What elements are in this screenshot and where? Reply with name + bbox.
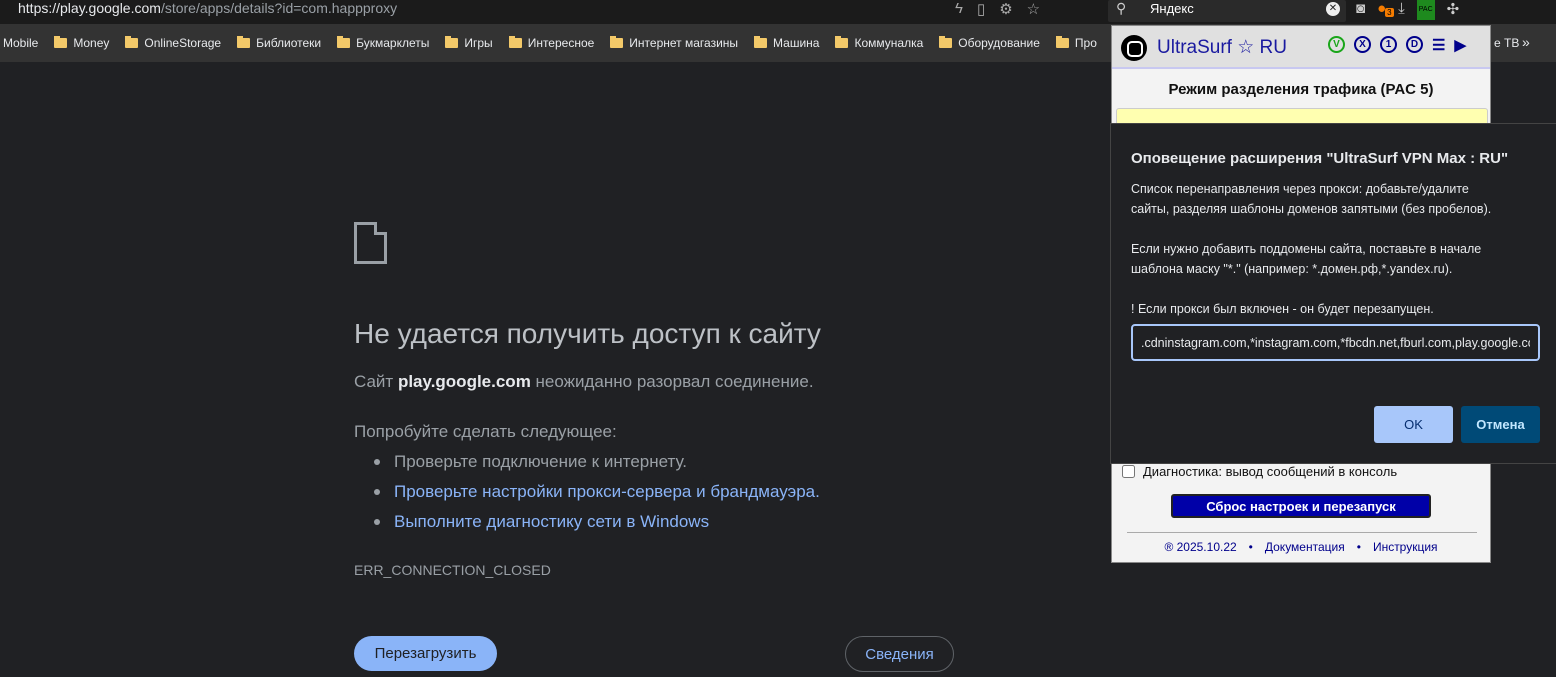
screenshot-icon[interactable]: ◙ xyxy=(1356,0,1365,20)
folder-icon xyxy=(754,36,768,48)
diagnostics-checkbox[interactable]: Диагностика: вывод сообщений в консоль xyxy=(1122,464,1397,479)
sad-page-icon xyxy=(354,222,387,264)
reload-button[interactable]: Перезагрузить xyxy=(354,636,497,671)
bookmark-folder[interactable]: Библиотеки xyxy=(237,36,321,50)
clear-search-icon[interactable]: ✕ xyxy=(1326,2,1340,16)
bookmark-label: Коммуналка xyxy=(854,36,924,50)
mode-one-icon[interactable]: 1 xyxy=(1380,36,1397,53)
error-message: Сайт play.google.com неожиданно разорвал… xyxy=(354,372,814,392)
lightning-icon[interactable]: ϟ xyxy=(955,0,963,18)
divider xyxy=(1127,532,1477,533)
bookmark-label: Money xyxy=(73,36,110,50)
folder-icon xyxy=(610,36,624,48)
menu-icon[interactable]: ☰ xyxy=(1432,36,1445,54)
popup-footer: ® 2025.10.22 • Документация • Инструкция xyxy=(1112,540,1490,554)
reader-icon[interactable]: ▯ xyxy=(977,0,985,18)
extension-badge-icon[interactable]: ● 3 xyxy=(1377,0,1394,20)
dialog-title: Оповещение расширения "UltraSurf VPN Max… xyxy=(1131,150,1509,167)
play-icon[interactable]: ▶ xyxy=(1454,36,1466,54)
popup-actions: V X 1 D ☰ ▶ xyxy=(1328,36,1466,54)
bookmark-folder[interactable]: OnlineStorage xyxy=(125,36,221,50)
bookmark-tv[interactable]: е ТВ xyxy=(1494,36,1519,50)
try-heading: Попробуйте сделать следующее: xyxy=(354,422,617,441)
bookmark-folder[interactable]: Оборудование xyxy=(939,36,1040,50)
extension-icons: ◙ ● 3 ⤓ PAC ✣ xyxy=(1356,0,1459,20)
bookmark-label: Интересное xyxy=(527,36,595,50)
folder-icon xyxy=(835,36,849,48)
version: ® 2025.10.22 xyxy=(1164,540,1237,554)
bookmark-label: Mobile xyxy=(3,36,39,50)
popup-mode-title: Режим разделения трафика (PAC 5) xyxy=(1168,81,1434,98)
msg-host: play.google.com xyxy=(397,372,531,391)
suggestion-diagnostics-link[interactable]: Выполните диагностику сети в Windows xyxy=(372,512,820,542)
folder-icon xyxy=(1055,36,1069,48)
extension-prompt-dialog: Оповещение расширения "UltraSurf VPN Max… xyxy=(1110,123,1556,464)
bookmark-folder[interactable]: Money xyxy=(54,36,109,50)
diagnostics-checkbox-input[interactable] xyxy=(1122,465,1135,478)
bookmark-label: Букмарклеты xyxy=(356,36,430,50)
url-path: /store/apps/details?id=com.happproxy xyxy=(160,0,398,16)
bookmark-label: Библиотеки xyxy=(256,36,322,50)
search-box[interactable]: ⚲ Яндекс ✕ xyxy=(1108,0,1346,22)
vpn-on-icon[interactable]: V xyxy=(1328,36,1345,53)
bookmark-folder[interactable]: Про xyxy=(1055,36,1097,50)
bookmark-folder[interactable]: Машина xyxy=(754,36,819,50)
msg-suffix: неожиданно разорвал соединение. xyxy=(530,372,814,391)
address-bar[interactable]: https://play.google.com/store/apps/detai… xyxy=(18,0,397,16)
extensions-menu-icon[interactable]: ⚙ xyxy=(999,0,1012,18)
search-value: Яндекс xyxy=(1150,1,1194,16)
download-icon[interactable]: ⤓ xyxy=(1398,0,1405,20)
suggestion-check-proxy-link[interactable]: Проверьте настройки прокси-сервера и бра… xyxy=(372,482,820,512)
bookmark-label: Машина xyxy=(773,36,820,50)
folder-icon xyxy=(54,36,68,48)
folder-icon xyxy=(337,36,351,48)
vpn-off-icon[interactable]: X xyxy=(1354,36,1371,53)
folder-icon xyxy=(125,36,139,48)
ok-button[interactable]: OK xyxy=(1374,406,1453,443)
favorite-icon[interactable]: ☆ xyxy=(1027,0,1040,18)
bookmark[interactable]: Mobile xyxy=(3,36,38,50)
folder-icon xyxy=(939,36,953,48)
bookmark-folder[interactable]: Интересное xyxy=(508,36,595,50)
error-code: ERR_CONNECTION_CLOSED xyxy=(354,562,551,578)
popup-title: UltraSurf ☆ RU xyxy=(1157,37,1287,58)
separator: • xyxy=(1356,540,1361,554)
badge-count: 3 xyxy=(1385,8,1394,17)
bookmark-folder[interactable]: Букмарклеты xyxy=(337,36,429,50)
details-button[interactable]: Сведения xyxy=(845,636,954,672)
suggestions-list: Проверьте подключение к интернету. Прове… xyxy=(372,452,820,542)
dialog-message: Список перенаправления через прокси: доб… xyxy=(1131,182,1492,316)
separator: • xyxy=(1248,540,1253,554)
address-icons: ϟ ▯ ⚙ ☆ xyxy=(955,0,1040,18)
search-icon: ⚲ xyxy=(1116,0,1127,16)
mode-d-icon[interactable]: D xyxy=(1406,36,1423,53)
url-host: https://play.google.com xyxy=(18,0,161,16)
bookmarks-overflow-icon[interactable]: » xyxy=(1522,34,1530,50)
cancel-button[interactable]: Отмена xyxy=(1461,406,1540,443)
bookmark-label: Игры xyxy=(464,36,493,50)
diagnostics-label: Диагностика: вывод сообщений в консоль xyxy=(1143,464,1398,479)
bookmark-label: Интернет магазины xyxy=(629,36,739,50)
error-title: Не удается получить доступ к сайту xyxy=(354,318,821,349)
suggestion-check-connection: Проверьте подключение к интернету. xyxy=(372,452,820,482)
msg-prefix: Сайт xyxy=(354,372,398,391)
folder-icon xyxy=(445,36,459,48)
bookmark-folder[interactable]: Игры xyxy=(445,36,493,50)
bookmark-folder[interactable]: Интернет магазины xyxy=(610,36,738,50)
bookmark-label: Про xyxy=(1074,36,1097,50)
popup-header: UltraSurf ☆ RU V X 1 D ☰ ▶ xyxy=(1112,26,1490,69)
ultrasurf-pac-icon[interactable]: PAC xyxy=(1416,0,1435,20)
puzzle-icon[interactable]: ✣ xyxy=(1447,0,1460,20)
bookmark-folder[interactable]: Коммуналка xyxy=(835,36,923,50)
ultrasurf-logo-icon xyxy=(1121,35,1147,61)
bookmark-label: OnlineStorage xyxy=(144,36,222,50)
proxy-list-input[interactable] xyxy=(1131,324,1540,361)
folder-icon xyxy=(508,36,522,48)
reset-button[interactable]: Сброс настроек и перезапуск xyxy=(1171,494,1431,518)
guide-link[interactable]: Инструкция xyxy=(1373,540,1438,554)
docs-link[interactable]: Документация xyxy=(1265,540,1345,554)
folder-icon xyxy=(237,36,251,48)
browser-toolbar: https://play.google.com/store/apps/detai… xyxy=(0,0,1556,24)
bookmark-label: Оборудование xyxy=(958,36,1040,50)
